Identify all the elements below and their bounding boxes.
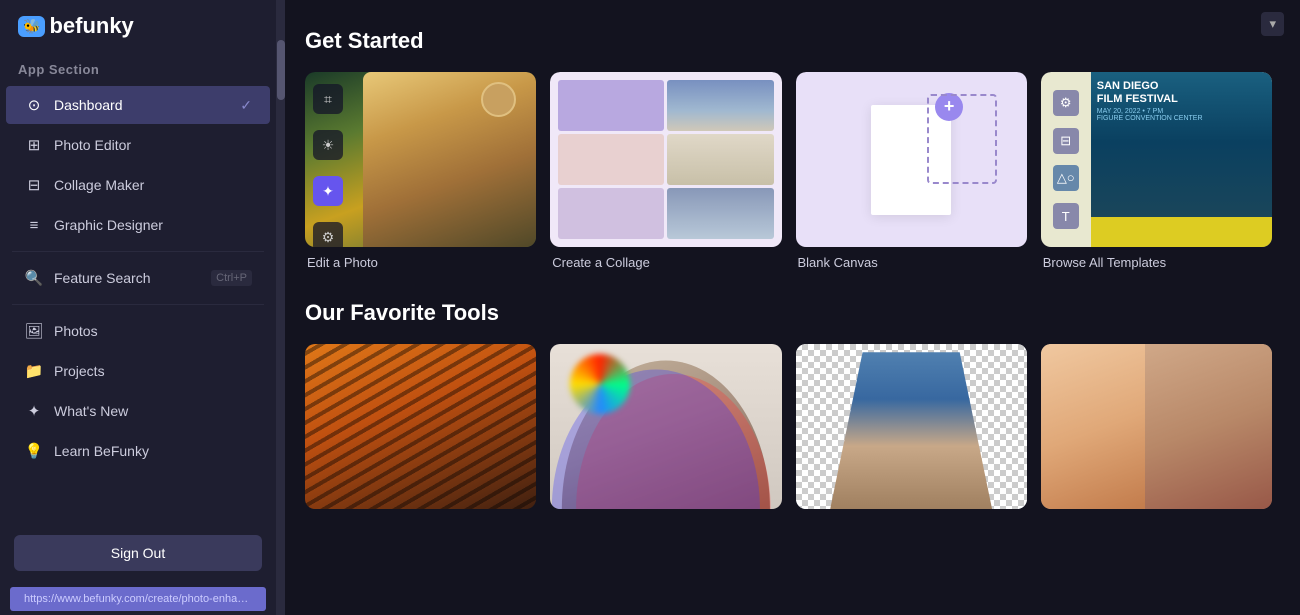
card-label: Create a Collage (550, 255, 781, 270)
templates-icons: ⚙ ⊟ △○ T (1041, 72, 1091, 247)
sidebar-item-label: What's New (54, 403, 252, 419)
poster-yellow-bar (1091, 217, 1272, 247)
poster-subtitle-text: MAY 20, 2022 • 7 PMFIGURE CONVENTION CEN… (1091, 108, 1272, 122)
sidebar-item-label: Projects (54, 363, 252, 379)
photo-editor-icon: ⊞ (24, 135, 44, 155)
sidebar-item-learn-befunky[interactable]: 💡 Learn BeFunky (6, 432, 270, 470)
graphic-designer-icon: ≡ (24, 215, 44, 235)
tmpl-text-icon: T (1053, 203, 1079, 229)
logo-area[interactable]: 🐝 befunky (0, 0, 276, 52)
tmpl-shapes-icon: △○ (1053, 165, 1079, 191)
collage-cell-2 (667, 80, 773, 131)
sign-out-area: Sign Out (0, 523, 276, 583)
edit-photo-bg: ⌗ ☀ ✦ ⚙ (305, 72, 536, 247)
face-right-half (1145, 344, 1272, 509)
url-bar: https://www.befunky.com/create/photo-enh… (10, 587, 266, 611)
sign-out-button[interactable]: Sign Out (14, 535, 262, 571)
sidebar-item-label: Photo Editor (54, 137, 252, 153)
sidebar-item-projects[interactable]: 📁 Projects (6, 352, 270, 390)
poster-title-text: SAN DIEGOFILM FESTIVAL (1091, 72, 1272, 108)
learn-icon: 💡 (24, 441, 44, 461)
logo-icon: 🐝 (18, 16, 45, 37)
main-content: ▾ Get Started ⌗ ☀ ✦ ⚙ Ed (277, 0, 1300, 615)
sidebar-item-label: Collage Maker (54, 177, 252, 193)
collage-cell-6 (667, 188, 773, 239)
tmpl-filter-icon: ⚙ (1053, 90, 1079, 116)
edit-photo-image: ⌗ ☀ ✦ ⚙ (305, 72, 536, 247)
dashed-box (927, 94, 997, 184)
tiger-bg (305, 344, 536, 509)
whats-new-icon: ✦ (24, 401, 44, 421)
tool-card-art-effects[interactable] (305, 344, 536, 509)
projects-icon: 📁 (24, 361, 44, 381)
photos-icon: 🖼 (24, 321, 44, 341)
tmpl-poster: SAN DIEGOFILM FESTIVAL MAY 20, 2022 • 7 … (1091, 72, 1272, 247)
collage-cell-5 (558, 188, 664, 239)
blank-canvas-bg: + (796, 72, 1027, 247)
sidebar-item-label: Learn BeFunky (54, 443, 252, 459)
sidebar-item-photo-editor[interactable]: ⊞ Photo Editor (6, 126, 270, 164)
sidebar-item-whats-new[interactable]: ✦ What's New (6, 392, 270, 430)
sidebar-item-label: Photos (54, 323, 252, 339)
get-started-cards: ⌗ ☀ ✦ ⚙ Edit a Photo (305, 72, 1272, 270)
tool-card-bg-remover[interactable] (796, 344, 1027, 509)
collage-grid (550, 72, 781, 247)
sun-tool-icon: ☀ (313, 130, 343, 160)
sidebar-item-graphic-designer[interactable]: ≡ Graphic Designer (6, 206, 270, 244)
header-dropdown-button[interactable]: ▾ (1261, 12, 1284, 36)
collage-cell-4 (667, 134, 773, 185)
templates-image: ⚙ ⊟ △○ T SAN DIEGOFILM FESTIVAL MAY 20, … (1041, 72, 1272, 247)
collage-maker-icon: ⊟ (24, 175, 44, 195)
card-blank-canvas[interactable]: + Blank Canvas (796, 72, 1027, 270)
glitch-color-burst (570, 354, 630, 414)
shortcut-badge: Ctrl+P (211, 270, 252, 286)
nav-divider-2 (12, 304, 264, 305)
dashboard-icon: ⊙ (24, 95, 44, 115)
card-label: Browse All Templates (1041, 255, 1272, 270)
sidebar-scroll-thumb[interactable] (277, 40, 285, 100)
card-label: Edit a Photo (305, 255, 536, 270)
sidebar-item-collage-maker[interactable]: ⊟ Collage Maker (6, 166, 270, 204)
tool-card-face-retoucher[interactable] (1041, 344, 1272, 509)
tmpl-layout-icon: ⊟ (1053, 128, 1079, 154)
favorite-tools-title: Our Favorite Tools (305, 300, 1272, 326)
favorite-tools-cards (305, 344, 1272, 509)
tool-card-glitch[interactable] (550, 344, 781, 509)
sidebar-item-photos[interactable]: 🖼 Photos (6, 312, 270, 350)
sidebar-item-dashboard[interactable]: ⊙ Dashboard ✓ (6, 86, 270, 124)
collage-cell-1 (558, 80, 664, 131)
logo-text: befunky (49, 13, 133, 39)
sidebar-item-feature-search[interactable]: 🔍 Feature Search Ctrl+P (6, 259, 270, 297)
collage-cell-3 (558, 134, 664, 185)
get-started-title: Get Started (305, 28, 1272, 54)
templates-bg: ⚙ ⊟ △○ T SAN DIEGOFILM FESTIVAL MAY 20, … (1041, 72, 1272, 247)
tool-icons-overlay: ⌗ ☀ ✦ ⚙ (313, 84, 343, 247)
blank-canvas-image: + (796, 72, 1027, 247)
collage-image (550, 72, 781, 247)
nav-divider-1 (12, 251, 264, 252)
adjust-tool-icon: ⚙ (313, 222, 343, 247)
card-label: Blank Canvas (796, 255, 1027, 270)
card-browse-templates[interactable]: ⚙ ⊟ △○ T SAN DIEGOFILM FESTIVAL MAY 20, … (1041, 72, 1272, 270)
sidebar-item-label: Graphic Designer (54, 217, 252, 233)
sidebar: 🐝 befunky App Section ⊙ Dashboard ✓ ⊞ Ph… (0, 0, 277, 615)
card-edit-photo[interactable]: ⌗ ☀ ✦ ⚙ Edit a Photo (305, 72, 536, 270)
dropdown-arrow-icon: ▾ (1269, 16, 1276, 32)
app-section-header: App Section (0, 52, 276, 85)
sidebar-item-label: Dashboard (54, 97, 240, 113)
search-icon: 🔍 (24, 268, 44, 288)
sidebar-item-label: Feature Search (54, 270, 211, 286)
sidebar-scrollbar[interactable] (277, 0, 285, 615)
card-create-collage[interactable]: Create a Collage (550, 72, 781, 270)
check-icon: ✓ (240, 97, 252, 114)
crop-tool-icon: ⌗ (313, 84, 343, 114)
effects-tool-icon: ✦ (313, 176, 343, 206)
